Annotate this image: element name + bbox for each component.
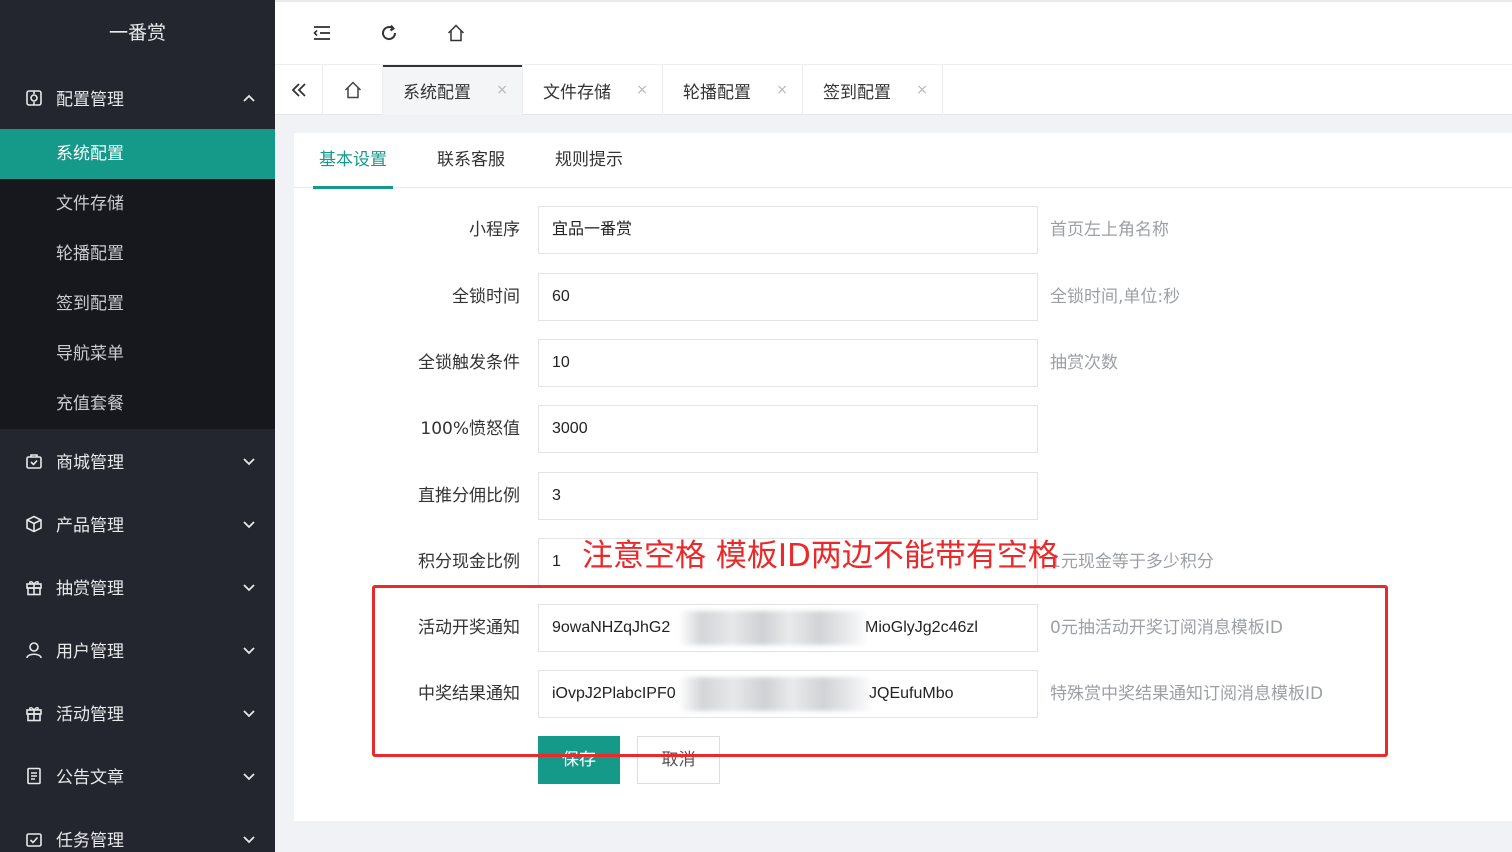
sidebar-group-shop[interactable]: 商城管理 bbox=[0, 429, 275, 492]
sidebar-group-label: 抽赏管理 bbox=[56, 579, 124, 599]
tab-label: 轮播配置 bbox=[683, 82, 751, 103]
field-label: 积分现金比例 bbox=[418, 552, 520, 572]
field-hint: 1元现金等于多少积分 bbox=[1050, 552, 1214, 572]
field-label: 直推分佣比例 bbox=[418, 486, 520, 506]
annotation-note: 注意空格 模板ID两边不能带有空格 bbox=[582, 538, 1059, 574]
tab-file-storage[interactable]: 文件存储 × bbox=[523, 65, 663, 115]
tab-label: 系统配置 bbox=[403, 82, 471, 103]
form-row-lock-trigger: 全锁触发条件 10 抽赏次数 bbox=[294, 339, 1512, 387]
chevron-down-icon bbox=[241, 705, 257, 721]
chevron-down-icon bbox=[241, 642, 257, 658]
sidebar-group-activity[interactable]: 活动管理 bbox=[0, 681, 275, 744]
lock-time-input[interactable]: 60 bbox=[538, 273, 1038, 321]
sidebar-group-lottery[interactable]: 抽赏管理 bbox=[0, 555, 275, 618]
miniprogram-name-input[interactable]: 宜品一番赏 bbox=[538, 206, 1038, 254]
annotation-highlight-box bbox=[372, 585, 1388, 757]
sidebar-group-config[interactable]: 配置管理 bbox=[0, 66, 275, 129]
subtab-basic-settings[interactable]: 基本设置 bbox=[313, 133, 393, 189]
gift-icon bbox=[24, 577, 44, 597]
tab-home-icon[interactable] bbox=[323, 65, 383, 115]
field-label: 100%愤怒值 bbox=[420, 419, 520, 439]
settings-subtabs: 基本设置 联系客服 规则提示 bbox=[294, 133, 1512, 189]
sidebar-group-label: 公告文章 bbox=[56, 768, 124, 788]
tab-checkin-config[interactable]: 签到配置 × bbox=[803, 65, 943, 115]
cube-icon bbox=[24, 514, 44, 534]
close-icon[interactable]: × bbox=[916, 82, 928, 98]
tab-label: 签到配置 bbox=[823, 82, 891, 103]
field-hint: 抽赏次数 bbox=[1050, 353, 1118, 373]
form-row-rage-value: 100%愤怒值 3000 bbox=[294, 405, 1512, 453]
gift-icon bbox=[24, 703, 44, 723]
sidebar-group-product[interactable]: 产品管理 bbox=[0, 492, 275, 555]
sidebar-item-nav-menu[interactable]: 导航菜单 bbox=[0, 329, 275, 379]
form-row-miniprogram: 小程序 宜品一番赏 首页左上角名称 bbox=[294, 206, 1512, 254]
chevron-up-icon bbox=[241, 90, 257, 106]
chevron-down-icon bbox=[241, 579, 257, 595]
close-icon[interactable]: × bbox=[636, 82, 648, 98]
tabs-scroll-left-icon[interactable] bbox=[275, 65, 323, 115]
sidebar-group-label: 商城管理 bbox=[56, 453, 124, 473]
form-row-lock-time: 全锁时间 60 全锁时间,单位:秒 bbox=[294, 273, 1512, 321]
sidebar-item-checkin-config[interactable]: 签到配置 bbox=[0, 279, 275, 329]
field-label: 全锁触发条件 bbox=[418, 353, 520, 373]
sidebar-group-articles[interactable]: 公告文章 bbox=[0, 744, 275, 807]
sidebar-item-carousel-config[interactable]: 轮播配置 bbox=[0, 229, 275, 279]
sidebar-group-label: 用户管理 bbox=[56, 642, 124, 662]
chevron-down-icon bbox=[241, 453, 257, 469]
user-icon bbox=[24, 640, 44, 660]
document-icon bbox=[24, 766, 44, 786]
tab-label: 文件存储 bbox=[543, 82, 611, 103]
close-icon[interactable]: × bbox=[496, 82, 508, 98]
home-icon[interactable] bbox=[443, 20, 469, 46]
subtab-contact-service[interactable]: 联系客服 bbox=[437, 133, 505, 188]
chevron-down-icon bbox=[241, 831, 257, 847]
subtab-rule-tips[interactable]: 规则提示 bbox=[555, 133, 623, 188]
brand-title: 一番赏 bbox=[0, 0, 275, 66]
close-icon[interactable]: × bbox=[776, 82, 788, 98]
commission-ratio-input[interactable]: 3 bbox=[538, 472, 1038, 520]
shop-icon bbox=[24, 451, 44, 471]
sidebar-config-submenu: 系统配置 文件存储 轮播配置 签到配置 导航菜单 充值套餐 bbox=[0, 129, 275, 429]
sidebar: 一番赏 配置管理 系统配置 文件存储 轮播配置 签到配置 导航菜单 充值套餐 商… bbox=[0, 0, 275, 852]
sidebar-item-file-storage[interactable]: 文件存储 bbox=[0, 179, 275, 229]
menu-toggle-icon[interactable] bbox=[309, 20, 335, 46]
rage-value-input[interactable]: 3000 bbox=[538, 405, 1038, 453]
top-toolbar bbox=[275, 0, 1512, 65]
sidebar-group-label: 任务管理 bbox=[56, 831, 124, 851]
task-icon bbox=[24, 829, 44, 849]
lock-trigger-input[interactable]: 10 bbox=[538, 339, 1038, 387]
sidebar-item-recharge-package[interactable]: 充值套餐 bbox=[0, 379, 275, 429]
settings-icon bbox=[24, 88, 44, 108]
field-label: 全锁时间 bbox=[452, 287, 520, 307]
field-hint: 首页左上角名称 bbox=[1050, 220, 1169, 240]
sidebar-group-label: 配置管理 bbox=[56, 90, 124, 110]
chevron-down-icon bbox=[241, 768, 257, 784]
field-hint: 全锁时间,单位:秒 bbox=[1050, 287, 1181, 307]
form-row-commission: 直推分佣比例 3 bbox=[294, 472, 1512, 520]
sidebar-group-label: 活动管理 bbox=[56, 705, 124, 725]
sidebar-item-system-config[interactable]: 系统配置 bbox=[0, 129, 275, 179]
page-tabs-bar: 系统配置 × 文件存储 × 轮播配置 × 签到配置 × bbox=[275, 65, 1512, 115]
chevron-down-icon bbox=[241, 516, 257, 532]
refresh-icon[interactable] bbox=[376, 20, 402, 46]
tab-system-config[interactable]: 系统配置 × bbox=[383, 65, 523, 115]
tab-carousel-config[interactable]: 轮播配置 × bbox=[663, 65, 803, 115]
sidebar-group-task[interactable]: 任务管理 bbox=[0, 807, 275, 852]
field-label: 小程序 bbox=[469, 220, 520, 240]
sidebar-group-label: 产品管理 bbox=[56, 516, 124, 536]
sidebar-group-user[interactable]: 用户管理 bbox=[0, 618, 275, 681]
